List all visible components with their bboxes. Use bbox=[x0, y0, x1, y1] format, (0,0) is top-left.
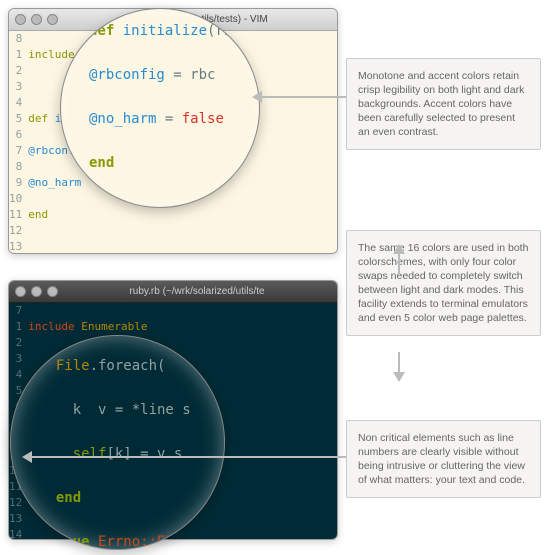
line-number: 12 bbox=[9, 495, 22, 511]
line-number: 13 bbox=[9, 511, 22, 527]
code-text: def bbox=[28, 112, 55, 125]
code-text: .foreach( bbox=[90, 358, 166, 374]
line-number: 2 bbox=[9, 63, 22, 79]
code-text: initialize bbox=[123, 23, 207, 39]
dark-titlebar[interactable]: ruby.rb (~/wrk/solarized/utils/te bbox=[9, 281, 337, 303]
code-text: [k] = v.s bbox=[106, 446, 182, 462]
minimize-icon[interactable] bbox=[31, 286, 42, 297]
code-text: include bbox=[28, 320, 81, 333]
zoom-icon[interactable] bbox=[47, 286, 58, 297]
line-number: 7 bbox=[9, 143, 22, 159]
lens-code: nclude Enumerab def initialize(rbc @rbco… bbox=[89, 8, 241, 208]
code-text: = rbc bbox=[165, 67, 216, 83]
annotation-note-3: Non critical elements such as line numbe… bbox=[346, 420, 541, 498]
code-text: false bbox=[182, 111, 224, 127]
line-number: 12 bbox=[9, 223, 22, 239]
arrowhead-icon bbox=[252, 91, 262, 103]
line-number: 14 bbox=[9, 527, 22, 540]
code-text: @no_harm bbox=[28, 176, 81, 189]
code-text: = bbox=[156, 111, 181, 127]
code-text: end bbox=[56, 490, 81, 506]
code-text: File bbox=[56, 358, 90, 374]
minimize-icon[interactable] bbox=[31, 14, 42, 25]
annotation-note-2: The same 16 colors are used in both colo… bbox=[346, 230, 541, 336]
window-title: ruby.rb (~/wrk/solarized/utils/te bbox=[63, 286, 331, 297]
close-icon[interactable] bbox=[15, 286, 26, 297]
line-number: 13 bbox=[9, 239, 22, 254]
line-number: 3 bbox=[9, 351, 22, 367]
line-number: 9 bbox=[9, 175, 22, 191]
code-text: end bbox=[28, 208, 48, 221]
code-text: @no_harm bbox=[89, 111, 156, 127]
code-text: Enumerable bbox=[81, 320, 147, 333]
light-zoom-lens: 5 4 3 2 nclude Enumerab def initialize(r… bbox=[60, 8, 260, 208]
arrow-icon bbox=[398, 252, 400, 274]
arrowhead-icon bbox=[22, 451, 32, 463]
line-number: 1 bbox=[9, 319, 22, 335]
line-number: 8 bbox=[9, 31, 22, 47]
annotation-note-1: Monotone and accent colors retain crisp … bbox=[346, 58, 541, 150]
code-text: end bbox=[89, 155, 114, 171]
line-number: 3 bbox=[9, 79, 22, 95]
line-number: 1 bbox=[9, 47, 22, 63]
line-number: 7 bbox=[9, 303, 22, 319]
line-number: 10 bbox=[9, 191, 22, 207]
code-text: self bbox=[73, 446, 107, 462]
arrowhead-icon bbox=[393, 372, 405, 382]
code-text: Errno::EN bbox=[98, 534, 174, 550]
dark-zoom-lens: 1 2 3 4 5 6 def load_savef begin File.fo… bbox=[10, 335, 225, 550]
line-number: 4 bbox=[9, 95, 22, 111]
arrow-icon bbox=[30, 456, 346, 458]
line-number-gutter: 8 1 2 3 4 5 6 7 8 9 10 11 12 13 bbox=[9, 31, 28, 253]
zoom-icon[interactable] bbox=[47, 14, 58, 25]
arrow-icon bbox=[258, 96, 346, 98]
line-number: 6 bbox=[9, 127, 22, 143]
code-text: k v = *line s bbox=[73, 402, 191, 418]
line-number: 11 bbox=[9, 207, 22, 223]
line-number: 2 bbox=[9, 335, 22, 351]
line-number: 8 bbox=[9, 159, 22, 175]
close-icon[interactable] bbox=[15, 14, 26, 25]
line-number: 5 bbox=[9, 111, 22, 127]
arrowhead-icon bbox=[393, 244, 405, 254]
lens-code: def load_savef begin File.foreach( k v =… bbox=[39, 335, 191, 550]
arrow-icon bbox=[398, 352, 400, 374]
code-text: @rbconfig bbox=[89, 67, 165, 83]
line-number: 4 bbox=[9, 367, 22, 383]
